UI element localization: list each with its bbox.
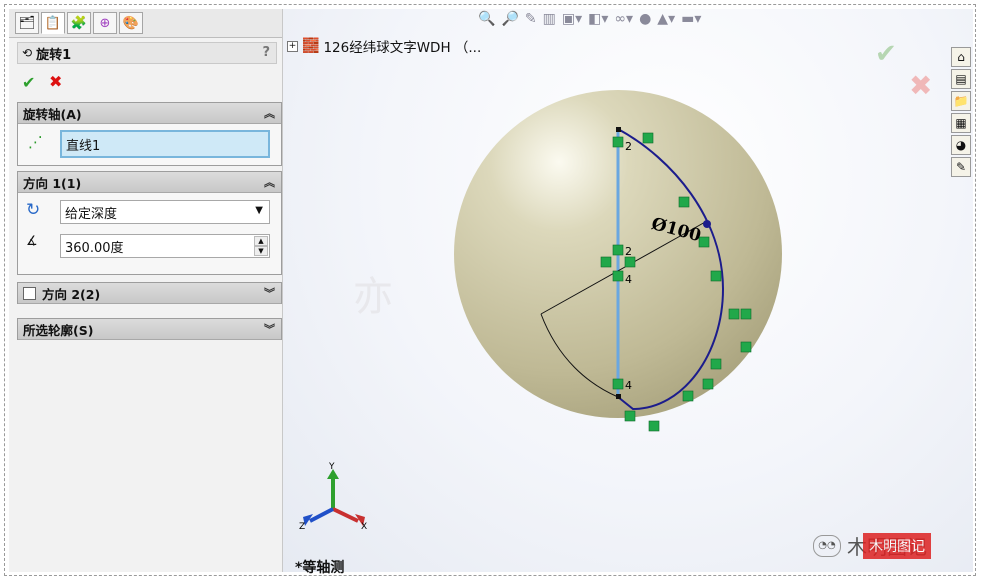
point-label: 4 [625, 379, 632, 392]
expand-icon[interactable]: ︾ [264, 321, 275, 337]
wechat-logo-icon: ◔◔ [813, 534, 841, 557]
property-icon: 📋 [44, 15, 62, 31]
sketch-endpoint [616, 127, 621, 132]
direction2-section-header[interactable]: 方向 2(2) ︾ [18, 283, 281, 304]
watermark: ◔◔ 木明图记 木明图记 [813, 531, 931, 560]
graphics-area[interactable]: 🔍 🔎 ✎ ▥ ▣▾ ◧▾ ∞▾ ● ▲▾ ▬▾ + 🧱 126经纬球文字WDH… [283, 9, 973, 575]
feature-manager-tab[interactable]: 🗂 [15, 12, 39, 34]
end-condition-value: 给定深度 [65, 206, 118, 222]
direction2-checkbox[interactable] [23, 286, 36, 300]
axis-section-title: 旋转轴(A) [23, 106, 82, 122]
configuration-icon: 🧩 [70, 15, 88, 31]
help-icon[interactable]: ? [262, 45, 270, 60]
feature-tree-icon: 🗂 [18, 15, 36, 31]
triad-x-label: X [361, 522, 367, 532]
direction1-section-header[interactable]: 方向 1(1) ︽ [18, 172, 281, 193]
axis-section-header[interactable]: 旋转轴(A) ︽ [18, 103, 281, 124]
angle-spinner[interactable]: ▲ ▼ [254, 236, 268, 256]
direction1-section: 方向 1(1) ︽ ↻ 给定深度 ▼ ∡ 360.00度 ▲ ▼ [17, 171, 282, 275]
triad-y-label: Y [328, 462, 335, 472]
property-manager-panel: 🗂 📋 🧩 ⊕ 🎨 ⟲ 旋转1 ? ✔ ✖ 旋转轴(A) ︽ ⋰ 直线1 方向 … [9, 9, 283, 572]
ok-button[interactable]: ✔ [22, 73, 35, 92]
display-manager-tab[interactable]: 🎨 [119, 12, 143, 34]
watermark-seal: 木明图记 [863, 532, 931, 559]
contours-title: 所选轮廓(S) [23, 322, 94, 338]
dimxpert-tab[interactable]: ⊕ [93, 12, 117, 34]
model-viewport[interactable]: 2 2 4 4 Ø100 Y X Z [283, 9, 973, 572]
chevron-down-icon: ▼ [255, 205, 263, 216]
contours-section: 所选轮廓(S) ︾ [17, 318, 282, 340]
angle-icon: ∡ [26, 234, 38, 249]
collapse-icon[interactable]: ︽ [264, 105, 275, 121]
angle-value: 360.00度 [65, 240, 124, 256]
axis-line-icon: ⋰ [28, 133, 43, 151]
angle-input[interactable]: 360.00度 ▲ ▼ [60, 234, 270, 258]
cancel-button[interactable]: ✖ [49, 72, 62, 91]
axis-section: 旋转轴(A) ︽ ⋰ 直线1 [17, 102, 282, 166]
collapse-icon[interactable]: ︽ [264, 174, 275, 190]
manager-tabs: 🗂 📋 🧩 ⊕ 🎨 [9, 9, 282, 38]
point-label: 4 [625, 273, 632, 286]
point-label: 2 [625, 140, 632, 153]
axis-value: 直线1 [66, 138, 101, 154]
view-orientation-label: *等轴测 [295, 560, 345, 576]
triad-z-label: Z [299, 522, 305, 532]
revolve-icon: ⟲ [22, 46, 33, 60]
view-triad: Y X Z [299, 462, 367, 532]
feature-header: ⟲ 旋转1 ? [17, 42, 277, 64]
configuration-manager-tab[interactable]: 🧩 [67, 12, 91, 34]
direction2-section: 方向 2(2) ︾ [17, 282, 282, 304]
expand-icon[interactable]: ︾ [264, 285, 275, 301]
direction2-title: 方向 2(2) [42, 286, 101, 302]
point-label: 2 [625, 245, 632, 258]
reverse-direction-icon[interactable]: ↻ [26, 200, 40, 220]
end-condition-select[interactable]: 给定深度 ▼ [60, 200, 270, 224]
appearance-icon: 🎨 [122, 15, 140, 31]
app-window: 🗂 📋 🧩 ⊕ 🎨 ⟲ 旋转1 ? ✔ ✖ 旋转轴(A) ︽ ⋰ 直线1 方向 … [4, 4, 976, 576]
sketch-point [703, 220, 711, 228]
contours-section-header[interactable]: 所选轮廓(S) ︾ [18, 319, 281, 340]
property-manager-tab[interactable]: 📋 [41, 12, 65, 34]
axis-selection-box[interactable]: 直线1 [60, 130, 270, 158]
feature-title: 旋转1 [36, 47, 72, 63]
direction1-title: 方向 1(1) [23, 175, 82, 191]
sketch-endpoint [616, 394, 621, 399]
dimxpert-icon: ⊕ [99, 15, 111, 31]
